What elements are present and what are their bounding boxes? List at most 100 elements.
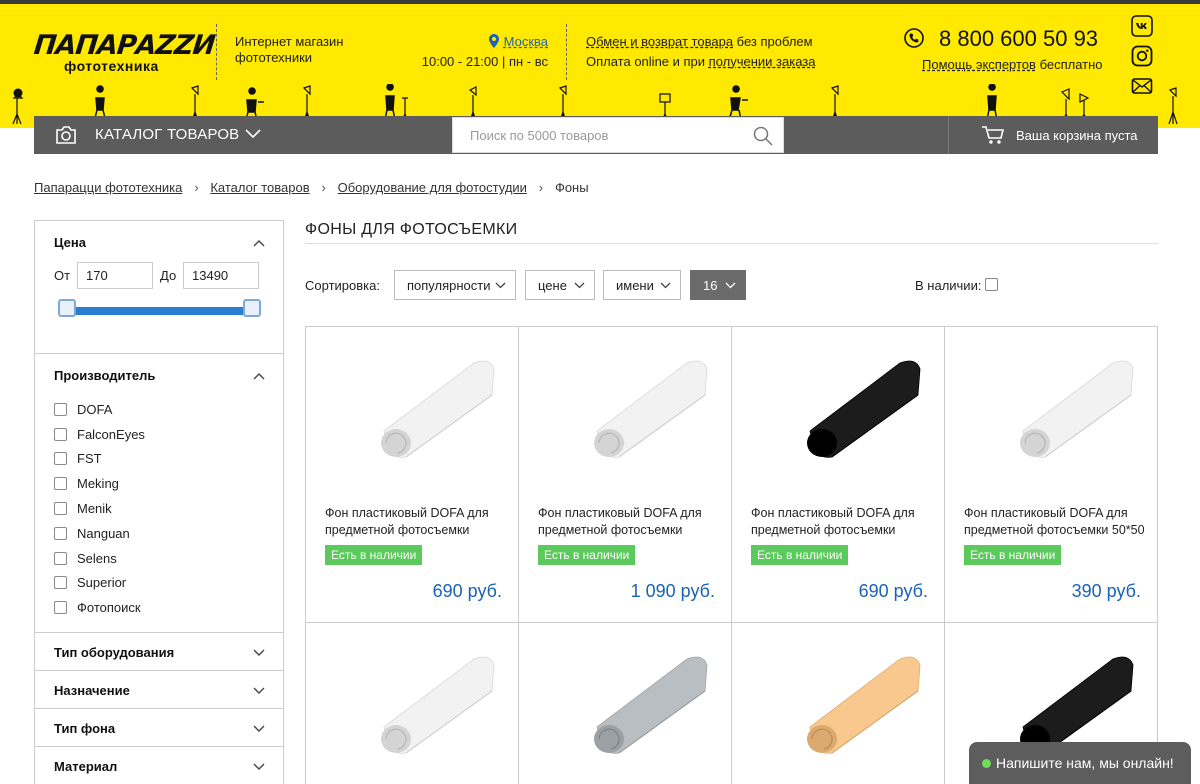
site-header: ПАПАРАZZИ фототехника Интернет магазин ф… xyxy=(0,4,1200,128)
cart-label: Ваша корзина пуста xyxy=(1016,128,1138,143)
breadcrumb-home[interactable]: Папарацци фототехника xyxy=(34,180,182,195)
search-box xyxy=(452,117,784,153)
phone-number[interactable]: 8 800 600 50 93 xyxy=(939,26,1098,52)
breadcrumb-separator: › xyxy=(538,180,544,195)
header-divider xyxy=(566,24,567,80)
vk-icon[interactable] xyxy=(1131,15,1153,37)
expert-text: бесплатно xyxy=(1035,57,1103,72)
chat-widget[interactable]: Напишите нам, мы онлайн! xyxy=(969,742,1191,784)
checkbox[interactable] xyxy=(54,452,67,466)
page-title: ФОНЫ ДЛЯ ФОТОСЪЕМКИ xyxy=(305,221,518,238)
product-image[interactable] xyxy=(1005,655,1135,755)
equipment-type-filter[interactable]: Тип оборудования xyxy=(35,633,283,671)
price-min-input[interactable] xyxy=(77,262,153,289)
product-card[interactable] xyxy=(732,623,945,784)
chevron-down-icon xyxy=(253,725,265,732)
purpose-filter[interactable]: Назначение xyxy=(35,671,283,709)
product-name[interactable]: Фон пластиковый DOFA для предметной фото… xyxy=(538,505,728,539)
product-card[interactable] xyxy=(519,623,732,784)
sort-label: Сортировка: xyxy=(305,278,380,293)
instagram-icon[interactable] xyxy=(1131,45,1153,67)
working-hours: 10:00 - 21:00 | пн - вс xyxy=(421,54,548,69)
product-price: 390 руб. xyxy=(1071,581,1141,601)
manufacturer-label: Фотопоиск xyxy=(77,600,141,616)
logo-subtext: фототехника xyxy=(64,58,159,74)
manufacturer-option[interactable]: Menik xyxy=(54,496,145,521)
price-max-input[interactable] xyxy=(183,262,259,289)
per-page-select[interactable]: 16 xyxy=(690,270,746,300)
product-image[interactable] xyxy=(792,655,922,755)
product-image[interactable] xyxy=(366,655,496,755)
return-policy-link[interactable]: Обмен и возврат товара xyxy=(586,34,733,49)
product-card[interactable]: Фон пластиковый DOFA для предметной фото… xyxy=(732,327,945,623)
product-image[interactable] xyxy=(792,359,922,459)
manufacturer-option[interactable]: Фотопоиск xyxy=(54,595,145,620)
product-name[interactable]: Фон пластиковый DOFA для предметной фото… xyxy=(751,505,941,539)
product-image[interactable] xyxy=(579,359,709,459)
manufacturer-option[interactable]: FalconEyes xyxy=(54,422,145,447)
search-input[interactable] xyxy=(453,118,743,152)
material-filter[interactable]: Материал xyxy=(35,747,283,784)
chevron-down-icon xyxy=(660,282,671,289)
manufacturer-label: Nanguan xyxy=(77,525,130,541)
expert-help-link[interactable]: Помощь экспертов xyxy=(922,57,1036,72)
checkbox[interactable] xyxy=(54,502,67,516)
in-stock-badge: Есть в наличии xyxy=(751,545,849,565)
chevron-down-icon xyxy=(495,282,506,289)
cart-icon xyxy=(982,126,1005,144)
sort-name-button[interactable]: имени xyxy=(603,270,681,300)
product-card[interactable]: Фон пластиковый DOFA для предметной фото… xyxy=(945,327,1158,623)
product-card[interactable] xyxy=(306,623,519,784)
checkbox[interactable] xyxy=(54,402,67,416)
sort-price-button[interactable]: цене xyxy=(525,270,595,300)
price-slider-track[interactable] xyxy=(63,307,253,315)
checkbox[interactable] xyxy=(54,477,67,491)
manufacturer-label: Meking xyxy=(77,476,119,492)
breadcrumb-catalog[interactable]: Каталог товаров xyxy=(210,180,309,195)
manufacturer-option[interactable]: Meking xyxy=(54,471,145,496)
cart-button[interactable]: Ваша корзина пуста xyxy=(948,116,1158,154)
product-image[interactable] xyxy=(1005,359,1135,459)
sort-popularity-button[interactable]: популярности xyxy=(394,270,516,300)
price-slider-min-handle[interactable] xyxy=(58,299,76,317)
product-image[interactable] xyxy=(579,655,709,755)
in-stock-badge: Есть в наличии xyxy=(538,545,636,565)
checkbox[interactable] xyxy=(54,601,67,615)
breadcrumb-separator: › xyxy=(194,180,199,195)
product-name[interactable]: Фон пластиковый DOFA для предметной фото… xyxy=(964,505,1154,539)
manufacturer-label: Menik xyxy=(77,501,112,517)
manufacturer-option[interactable]: Nanguan xyxy=(54,521,145,546)
product-name[interactable]: Фон пластиковый DOFA для предметной фото… xyxy=(325,505,515,539)
checkbox[interactable] xyxy=(54,526,67,540)
chevron-down-icon xyxy=(253,763,265,770)
product-card[interactable]: Фон пластиковый DOFA для предметной фото… xyxy=(519,327,732,623)
in-stock-badge: Есть в наличии xyxy=(325,545,423,565)
checkbox[interactable] xyxy=(54,427,67,441)
chevron-up-icon[interactable] xyxy=(253,239,265,247)
manufacturer-option[interactable]: Selens xyxy=(54,546,145,571)
online-status-icon xyxy=(982,759,991,768)
background-type-filter[interactable]: Тип фона xyxy=(35,709,283,747)
breadcrumb-studio-equipment[interactable]: Оборудование для фотостудии xyxy=(338,180,527,195)
manufacturer-option[interactable]: FST xyxy=(54,447,145,472)
catalog-button[interactable]: КАТАЛОГ ТОВАРОВ xyxy=(34,116,284,154)
checkbox[interactable] xyxy=(54,551,67,565)
price-slider-max-handle[interactable] xyxy=(243,299,261,317)
product-image[interactable] xyxy=(366,359,496,459)
payment-link[interactable]: получении заказа xyxy=(709,54,816,69)
product-card[interactable]: Фон пластиковый DOFA для предметной фото… xyxy=(306,327,519,623)
chevron-up-icon[interactable] xyxy=(253,372,265,380)
manufacturer-option[interactable]: Superior xyxy=(54,571,145,596)
product-price: 690 руб. xyxy=(858,581,928,601)
filter-title: Материал xyxy=(54,759,118,774)
info-links: Обмен и возврат товара без проблем Оплат… xyxy=(586,32,846,72)
logo[interactable]: ПАПАРАZZИ фототехника xyxy=(32,30,216,76)
manufacturer-option[interactable]: DOFA xyxy=(54,397,145,422)
filter-title: Тип оборудования xyxy=(54,645,175,660)
search-icon[interactable] xyxy=(753,126,773,146)
city-selector[interactable]: Москва xyxy=(504,34,548,49)
checkbox[interactable] xyxy=(54,576,67,590)
in-stock-checkbox[interactable] xyxy=(985,278,998,291)
chat-label: Напишите нам, мы онлайн! xyxy=(996,755,1174,771)
product-price: 1 090 руб. xyxy=(630,581,715,601)
